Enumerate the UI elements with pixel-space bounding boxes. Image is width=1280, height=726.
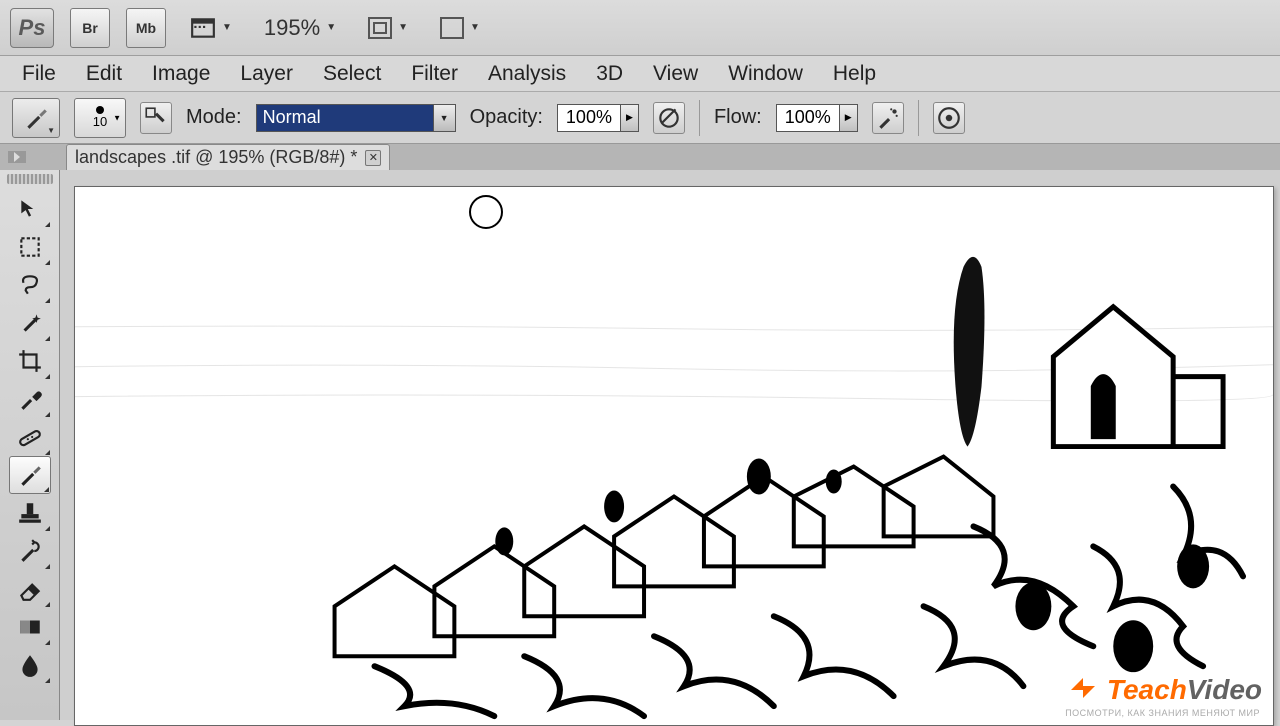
brush-tool[interactable] <box>9 456 51 494</box>
arrange-documents-dropdown[interactable]: ▼ <box>432 8 488 48</box>
gradient-icon <box>17 614 43 640</box>
filmstrip-icon <box>190 15 216 41</box>
history-brush-tool[interactable] <box>9 532 51 570</box>
mode-label: Mode: <box>186 106 242 129</box>
watermark-text: TeachVideo <box>1107 674 1262 706</box>
clone-stamp-tool[interactable] <box>9 494 51 532</box>
document-tab-bar: landscapes .tif @ 195% (RGB/8#) * ✕ <box>0 144 1280 170</box>
mini-bridge-button[interactable]: Mb <box>126 8 166 48</box>
close-icon: ✕ <box>369 151 378 164</box>
document-tab[interactable]: landscapes .tif @ 195% (RGB/8#) * ✕ <box>66 144 390 170</box>
marquee-tool[interactable] <box>9 228 51 266</box>
eraser-tool[interactable] <box>9 570 51 608</box>
history-brush-icon <box>17 538 43 564</box>
watermark: TeachVideo <box>1065 672 1262 708</box>
panel-grip[interactable] <box>7 174 53 184</box>
pressure-opacity-icon <box>656 105 682 131</box>
tools-panel <box>0 170 60 720</box>
tablet-pressure-size[interactable] <box>933 102 965 134</box>
brush-preset-picker[interactable]: 10 ▼ <box>74 98 126 138</box>
screen-mode-icon <box>368 17 392 39</box>
watermark-logo-icon <box>1065 672 1101 708</box>
bridge-button[interactable]: Br <box>70 8 110 48</box>
zoom-value: 195% <box>264 15 320 41</box>
eraser-icon <box>17 576 43 602</box>
blend-mode-select[interactable]: Normal ▼ <box>256 104 456 132</box>
app-logo[interactable]: Ps <box>10 8 54 48</box>
menu-window[interactable]: Window <box>714 56 817 92</box>
zoom-level-dropdown[interactable]: 195% ▼ <box>256 8 344 48</box>
lasso-icon <box>17 272 43 298</box>
magic-wand-tool[interactable] <box>9 304 51 342</box>
move-icon <box>17 196 43 222</box>
menu-help[interactable]: Help <box>819 56 890 92</box>
chevron-down-icon: ▼ <box>470 22 480 33</box>
marquee-icon <box>17 234 43 260</box>
brush-icon <box>23 105 49 131</box>
move-tool[interactable] <box>9 190 51 228</box>
chevron-down-icon: ▼ <box>398 22 408 33</box>
pressure-size-icon <box>936 105 962 131</box>
application-bar: Ps Br Mb ▼ 195% ▼ ▼ ▼ <box>0 0 1280 56</box>
document-layout-dropdown[interactable]: ▼ <box>182 8 240 48</box>
brush-tip-icon <box>96 106 104 114</box>
document-tab-title: landscapes .tif @ 195% (RGB/8#) * <box>75 147 357 168</box>
separator <box>918 100 919 136</box>
menu-file[interactable]: File <box>8 56 70 92</box>
brushes-panel-icon <box>143 105 169 131</box>
blend-mode-value: Normal <box>263 107 321 128</box>
canvas-area <box>60 170 1280 720</box>
wand-icon <box>17 310 43 336</box>
brush-size-value: 10 <box>93 114 107 129</box>
flow-flyout[interactable]: ▶ <box>840 104 858 132</box>
blur-tool[interactable] <box>9 646 51 684</box>
expand-docs-button[interactable] <box>8 151 26 163</box>
stamp-icon <box>17 500 43 526</box>
menu-edit[interactable]: Edit <box>72 56 136 92</box>
healing-brush-tool[interactable] <box>9 418 51 456</box>
workspace <box>0 170 1280 720</box>
menu-bar: File Edit Image Layer Select Filter Anal… <box>0 56 1280 92</box>
watermark-subtitle: ПОСМОТРИ, КАК ЗНАНИЯ МЕНЯЮТ МИР <box>1065 708 1260 718</box>
menu-view[interactable]: View <box>639 56 712 92</box>
menu-layer[interactable]: Layer <box>226 56 307 92</box>
chevron-down-icon: ▼ <box>433 105 455 131</box>
menu-image[interactable]: Image <box>138 56 224 92</box>
menu-filter[interactable]: Filter <box>397 56 472 92</box>
eyedropper-icon <box>17 386 43 412</box>
arrange-icon <box>440 17 464 39</box>
drop-icon <box>17 652 43 678</box>
chevron-down-icon: ▼ <box>113 113 121 122</box>
tablet-pressure-opacity[interactable] <box>653 102 685 134</box>
screen-mode-dropdown[interactable]: ▼ <box>360 8 416 48</box>
flow-input[interactable]: 100% <box>776 104 840 132</box>
eyedropper-tool[interactable] <box>9 380 51 418</box>
brush-panel-toggle[interactable] <box>140 102 172 134</box>
flow-label: Flow: <box>714 106 762 129</box>
lasso-tool[interactable] <box>9 266 51 304</box>
airbrush-toggle[interactable] <box>872 102 904 134</box>
bandage-icon <box>17 424 43 450</box>
chevron-down-icon: ▼ <box>326 22 336 33</box>
separator <box>699 100 700 136</box>
canvas-artwork <box>75 187 1273 726</box>
menu-3d[interactable]: 3D <box>582 56 637 92</box>
close-tab-button[interactable]: ✕ <box>365 150 381 166</box>
airbrush-icon <box>875 105 901 131</box>
document-canvas[interactable] <box>74 186 1274 726</box>
chevron-down-icon: ▼ <box>222 22 232 33</box>
opacity-flyout[interactable]: ▶ <box>621 104 639 132</box>
opacity-label: Opacity: <box>470 106 543 129</box>
opacity-input[interactable]: 100% <box>557 104 621 132</box>
crop-tool[interactable] <box>9 342 51 380</box>
menu-select[interactable]: Select <box>309 56 395 92</box>
chevron-down-icon: ▼ <box>47 126 55 135</box>
brush-icon <box>17 462 43 488</box>
gradient-tool[interactable] <box>9 608 51 646</box>
options-bar: ▼ 10 ▼ Mode: Normal ▼ Opacity: 100% ▶ Fl… <box>0 92 1280 144</box>
brush-cursor <box>469 195 503 229</box>
crop-icon <box>17 348 43 374</box>
current-tool-preset[interactable]: ▼ <box>12 98 60 138</box>
menu-analysis[interactable]: Analysis <box>474 56 580 92</box>
